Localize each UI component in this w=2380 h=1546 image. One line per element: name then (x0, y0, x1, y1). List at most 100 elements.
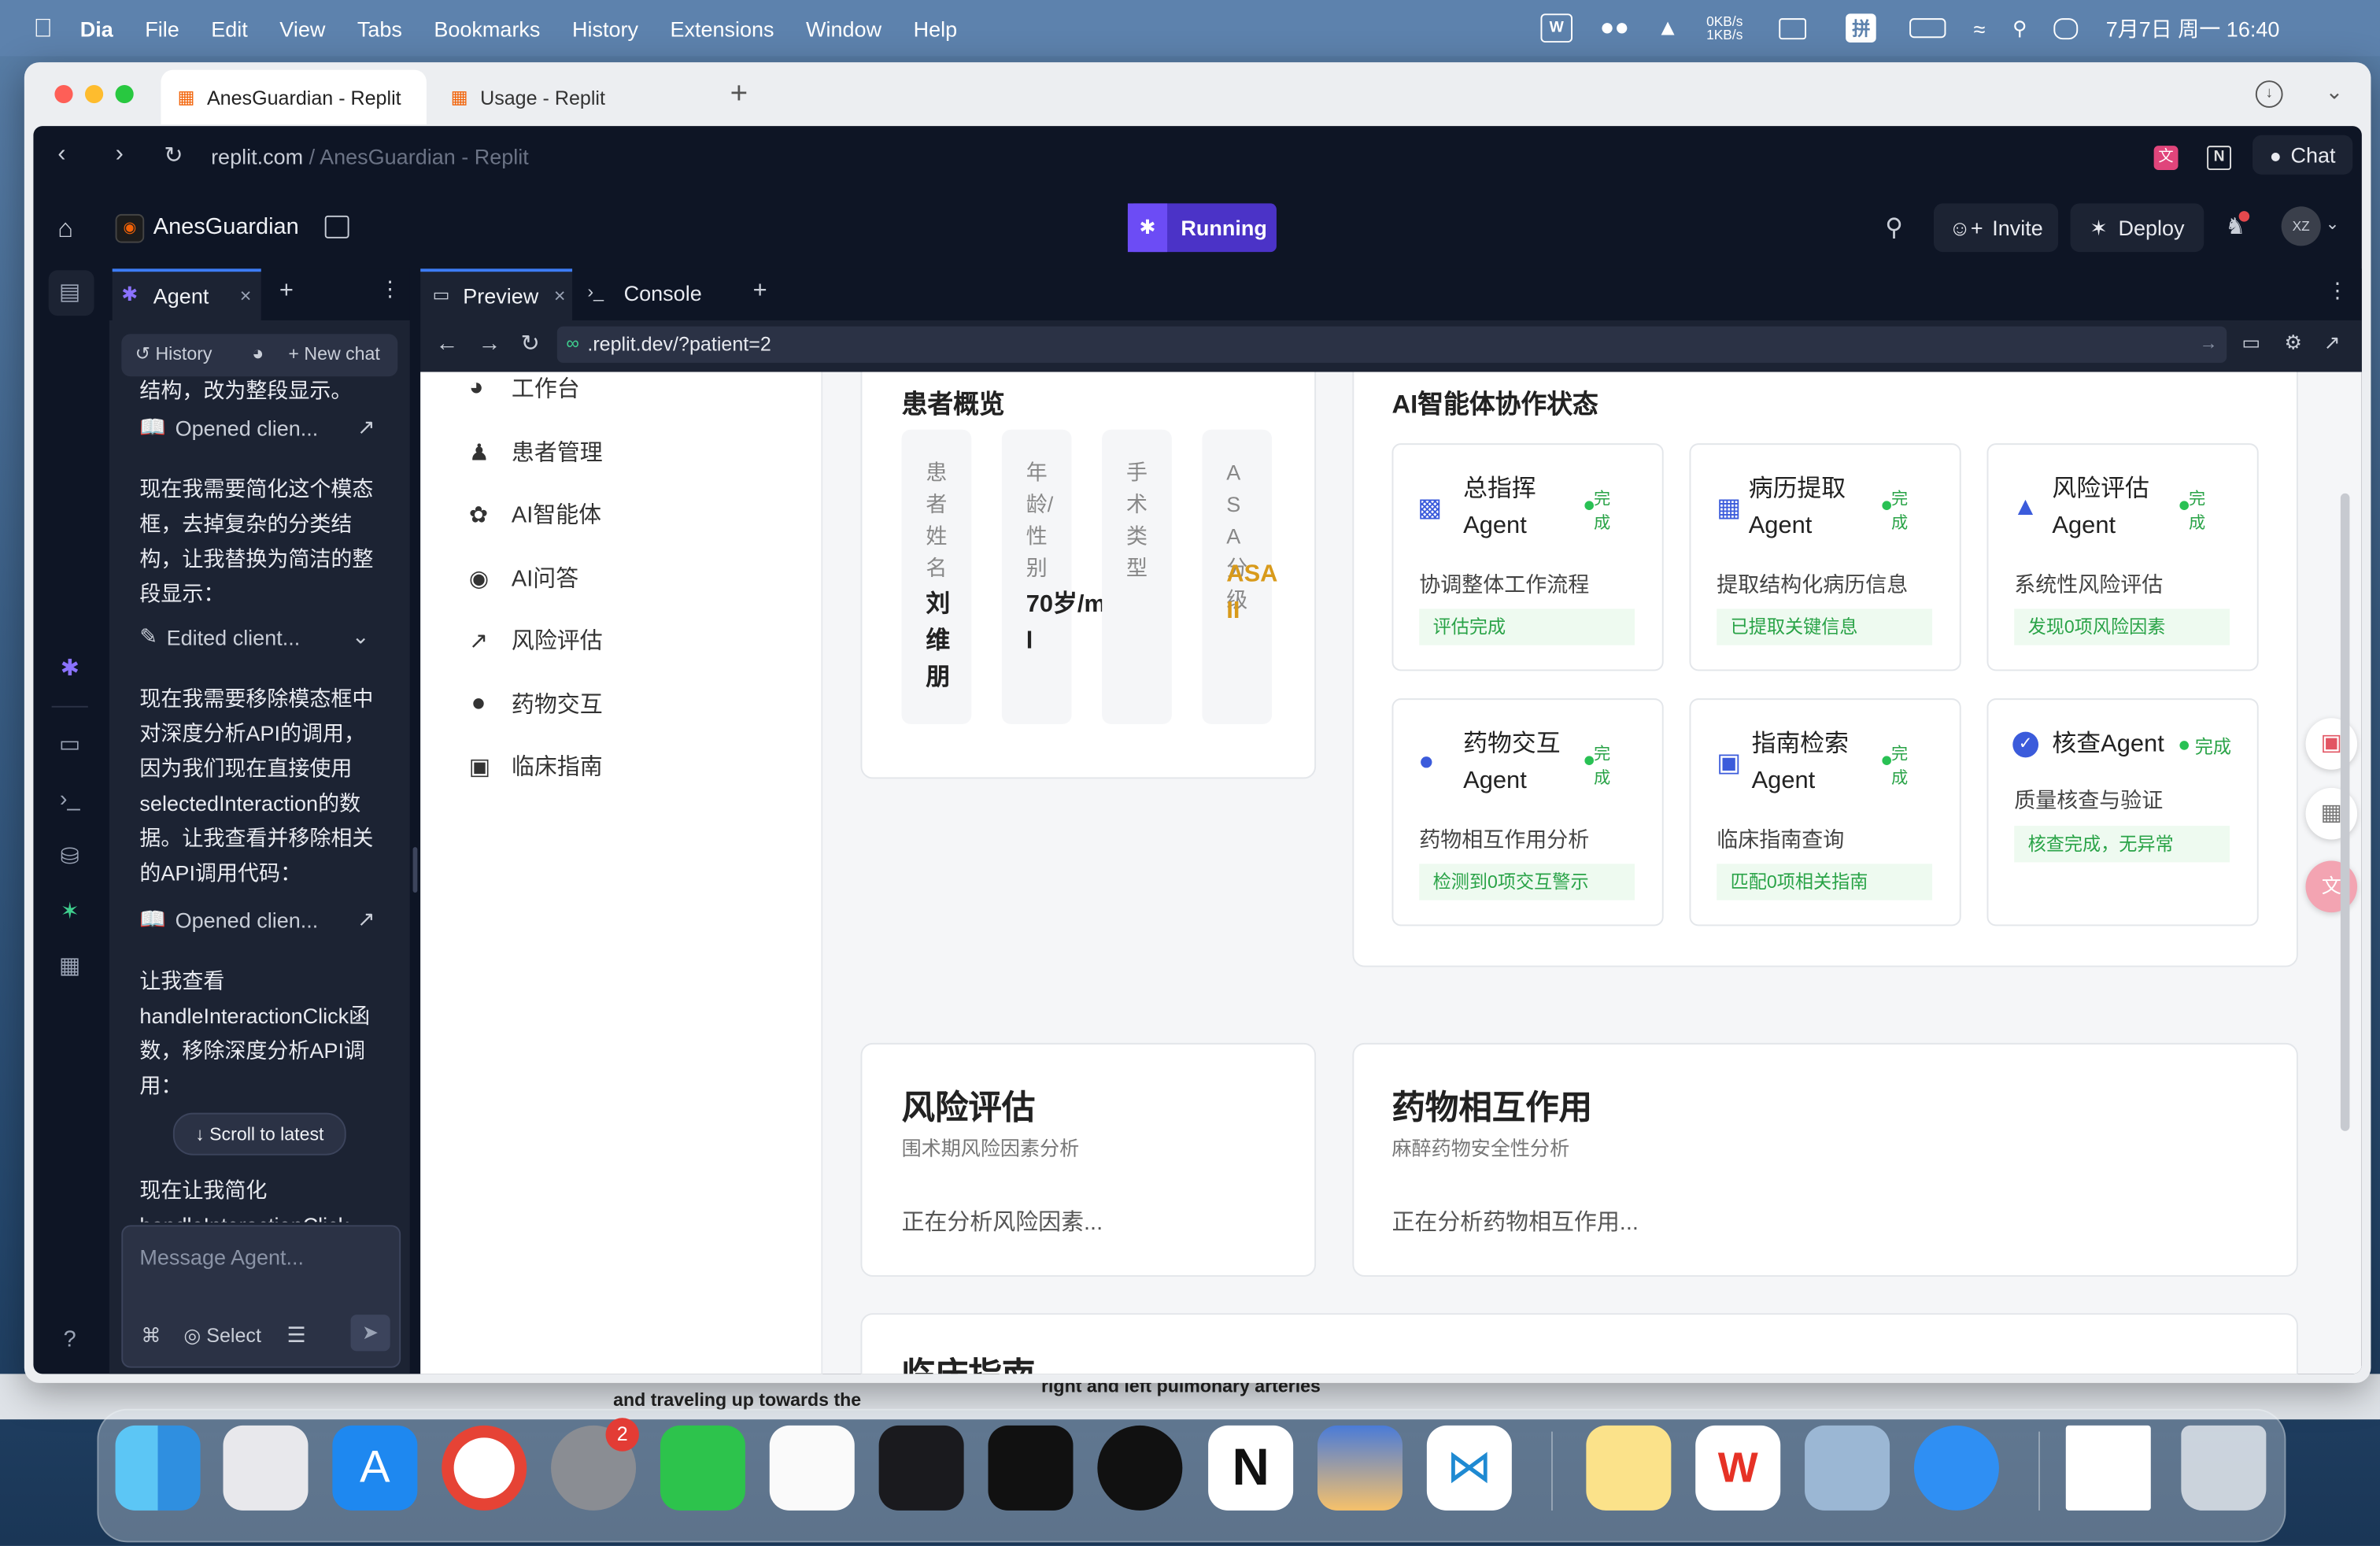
avatar[interactable]: XZ (2281, 206, 2321, 246)
help-button[interactable]: ? (54, 1326, 85, 1356)
new-tab-button[interactable]: + (730, 77, 748, 112)
menu-tabs[interactable]: Tabs (357, 16, 402, 40)
wps-icon[interactable]: W (1695, 1425, 1781, 1511)
database-icon[interactable]: ⛁ (54, 842, 85, 873)
send-icon[interactable]: ➤ (350, 1315, 390, 1352)
select-element-button[interactable]: ◎ Select (183, 1324, 261, 1348)
invite-button[interactable]: ☺+ Invite (1933, 203, 2059, 253)
devtools-wrench-icon[interactable]: ⚙ (2284, 331, 2301, 355)
chat-button[interactable]: ● Chat (2252, 135, 2353, 175)
control-center-icon[interactable] (2054, 17, 2079, 39)
settings-sliders-icon[interactable]: ☰ (286, 1322, 305, 1348)
workspace-layout-icon[interactable] (324, 215, 349, 239)
deploy-button[interactable]: ✶ Deploy (2070, 203, 2204, 253)
open-new-tab-icon[interactable]: ↗ (2324, 331, 2341, 355)
trash-icon[interactable] (2181, 1425, 2267, 1511)
menu-help[interactable]: Help (914, 16, 958, 40)
notion-extension-icon[interactable]: N (2207, 146, 2231, 170)
add-tab-icon[interactable]: + (279, 278, 294, 305)
preview-url-input[interactable]: ∞ .replit.dev/?patient=2 → (556, 326, 2227, 363)
tab-agent[interactable]: ✱ Agent × (112, 268, 261, 320)
notion-icon[interactable]: N (1208, 1425, 1294, 1511)
new-chat-button[interactable]: + New chat (288, 343, 379, 364)
agent-card-commander[interactable]: ▩ 总指挥 Agent 完成 协调整体工作流程 评估完成 (1391, 443, 1664, 671)
scroll-to-latest-button[interactable]: ↓ Scroll to latest (172, 1112, 346, 1156)
menu-history[interactable]: History (572, 16, 638, 40)
device-icon[interactable]: ▭ (2241, 331, 2260, 355)
tab-preview[interactable]: ▭ Preview × (420, 268, 573, 320)
wechat-tray-icon[interactable]: ●● (1600, 14, 1629, 42)
textedit-icon[interactable] (769, 1425, 855, 1511)
add-tab-icon[interactable]: + (753, 278, 767, 305)
menu-edit[interactable]: Edit (211, 16, 248, 40)
menu-window[interactable]: Window (806, 16, 881, 40)
input-method[interactable]: 拼 (1846, 13, 1877, 43)
console-rail-icon[interactable]: ›_ (54, 785, 85, 816)
menu-file[interactable]: File (145, 16, 179, 40)
scrollbar-thumb[interactable] (2340, 493, 2350, 1131)
menu-extensions[interactable]: Extensions (670, 16, 774, 40)
finder-icon[interactable] (115, 1425, 201, 1511)
translate-extension-icon[interactable]: 文 (2153, 146, 2179, 170)
chat-action[interactable]: 📖 Opened clien... ↗ (139, 414, 375, 440)
menu-view[interactable]: View (279, 16, 325, 40)
notes-icon[interactable] (1586, 1425, 1672, 1511)
agent-card-record-extract[interactable]: ▦ 病历提取 Agent 完成 提取结构化病历信息 已提取关键信息 (1689, 443, 1961, 671)
nav-item-ai-agents[interactable]: ✿ AI智能体 (469, 498, 601, 530)
tab-anesguardian[interactable]: ▦ AnesGuardian - Replit (161, 69, 427, 125)
nav-item-ai-qa[interactable]: ◉ AI问答 (469, 562, 578, 594)
home-icon[interactable]: ⌂ (57, 214, 73, 245)
reload-icon[interactable]: ↻ (164, 141, 183, 168)
apple-logo-icon[interactable]:  (33, 13, 53, 43)
forward-arrow-icon[interactable]: › (116, 141, 124, 168)
search-icon[interactable]: ⚲ (1885, 213, 1903, 243)
nav-item-drug[interactable]: ⚫ 药物交互 (469, 688, 603, 720)
nav-item-risk[interactable]: ↗ 风险评估 (469, 624, 603, 656)
panel-resize-handle[interactable] (412, 847, 418, 893)
cube-app-icon[interactable] (988, 1425, 1074, 1511)
deploy-rail-icon[interactable]: ✶ (54, 897, 85, 928)
forward-arrow-icon[interactable]: → (478, 331, 501, 357)
chat-action[interactable]: ✎ Edited client... ⌄ (139, 624, 369, 650)
battery-icon[interactable] (1909, 18, 1946, 39)
preview-icon[interactable] (1805, 1425, 1890, 1511)
ring-app-icon[interactable] (1097, 1425, 1183, 1511)
app-store-icon[interactable]: A (332, 1425, 418, 1511)
files-panel-icon[interactable]: ▤ (54, 278, 85, 309)
back-arrow-icon[interactable]: ← (435, 331, 458, 357)
tab-console[interactable]: ›_ Console (578, 268, 730, 320)
safari-icon[interactable] (1913, 1425, 1999, 1511)
tab-usage[interactable]: ▦ Usage - Replit (437, 70, 710, 124)
back-arrow-icon[interactable]: ‹ (57, 141, 65, 168)
attach-icon[interactable]: ⌘ (141, 1324, 161, 1348)
avatar-chevron-icon[interactable]: ⌄ (2326, 214, 2340, 234)
running-button[interactable]: ✱ Running (1127, 203, 1277, 253)
more-options-icon[interactable]: ⋮ (379, 276, 401, 302)
cat-tray-icon[interactable]: ▲ (1657, 15, 1680, 41)
open-file-icon[interactable]: ↗ (357, 414, 375, 440)
nav-item-dashboard[interactable]: ◕ 工作台 (469, 372, 580, 403)
clock[interactable]: 7月7日 周一 16:40 (2106, 13, 2280, 43)
chrome-icon[interactable] (442, 1425, 527, 1511)
open-file-icon[interactable]: ↗ (357, 906, 375, 932)
agent-card-verify[interactable]: ✓ 核查Agent 完成 质量核查与验证 核查完成，无异常 (1986, 698, 2259, 926)
downloads-icon[interactable]: ↓ (2255, 80, 2283, 108)
wps-tray-icon[interactable]: W (1540, 13, 1572, 43)
display-tray-icon[interactable] (1779, 17, 1807, 39)
close-tab-icon[interactable]: × (240, 284, 252, 307)
gauge-icon[interactable]: ◕ (252, 342, 264, 364)
zoom-window-button[interactable] (115, 84, 134, 104)
minimize-window-button[interactable] (84, 84, 104, 104)
chatbot-icon[interactable] (878, 1425, 964, 1511)
agent-rail-icon[interactable]: ✱ (54, 654, 85, 685)
reload-icon[interactable]: ↻ (520, 329, 539, 357)
preview-rail-icon[interactable]: ▭ (54, 730, 85, 761)
menu-bookmarks[interactable]: Bookmarks (434, 16, 540, 40)
document-thumb-icon[interactable] (2065, 1425, 2151, 1511)
address-bar[interactable]: replit.com / AnesGuardian - Replit (211, 144, 529, 168)
nav-item-guidelines[interactable]: ▣ 临床指南 (469, 750, 603, 782)
history-button[interactable]: ↺ History (135, 343, 213, 364)
wifi-icon[interactable]: ≈ (1974, 16, 1986, 40)
close-window-button[interactable] (54, 84, 73, 104)
agent-card-guideline[interactable]: ▣ 指南检索 Agent 完成 临床指南查询 匹配0项相关指南 (1689, 698, 1961, 926)
